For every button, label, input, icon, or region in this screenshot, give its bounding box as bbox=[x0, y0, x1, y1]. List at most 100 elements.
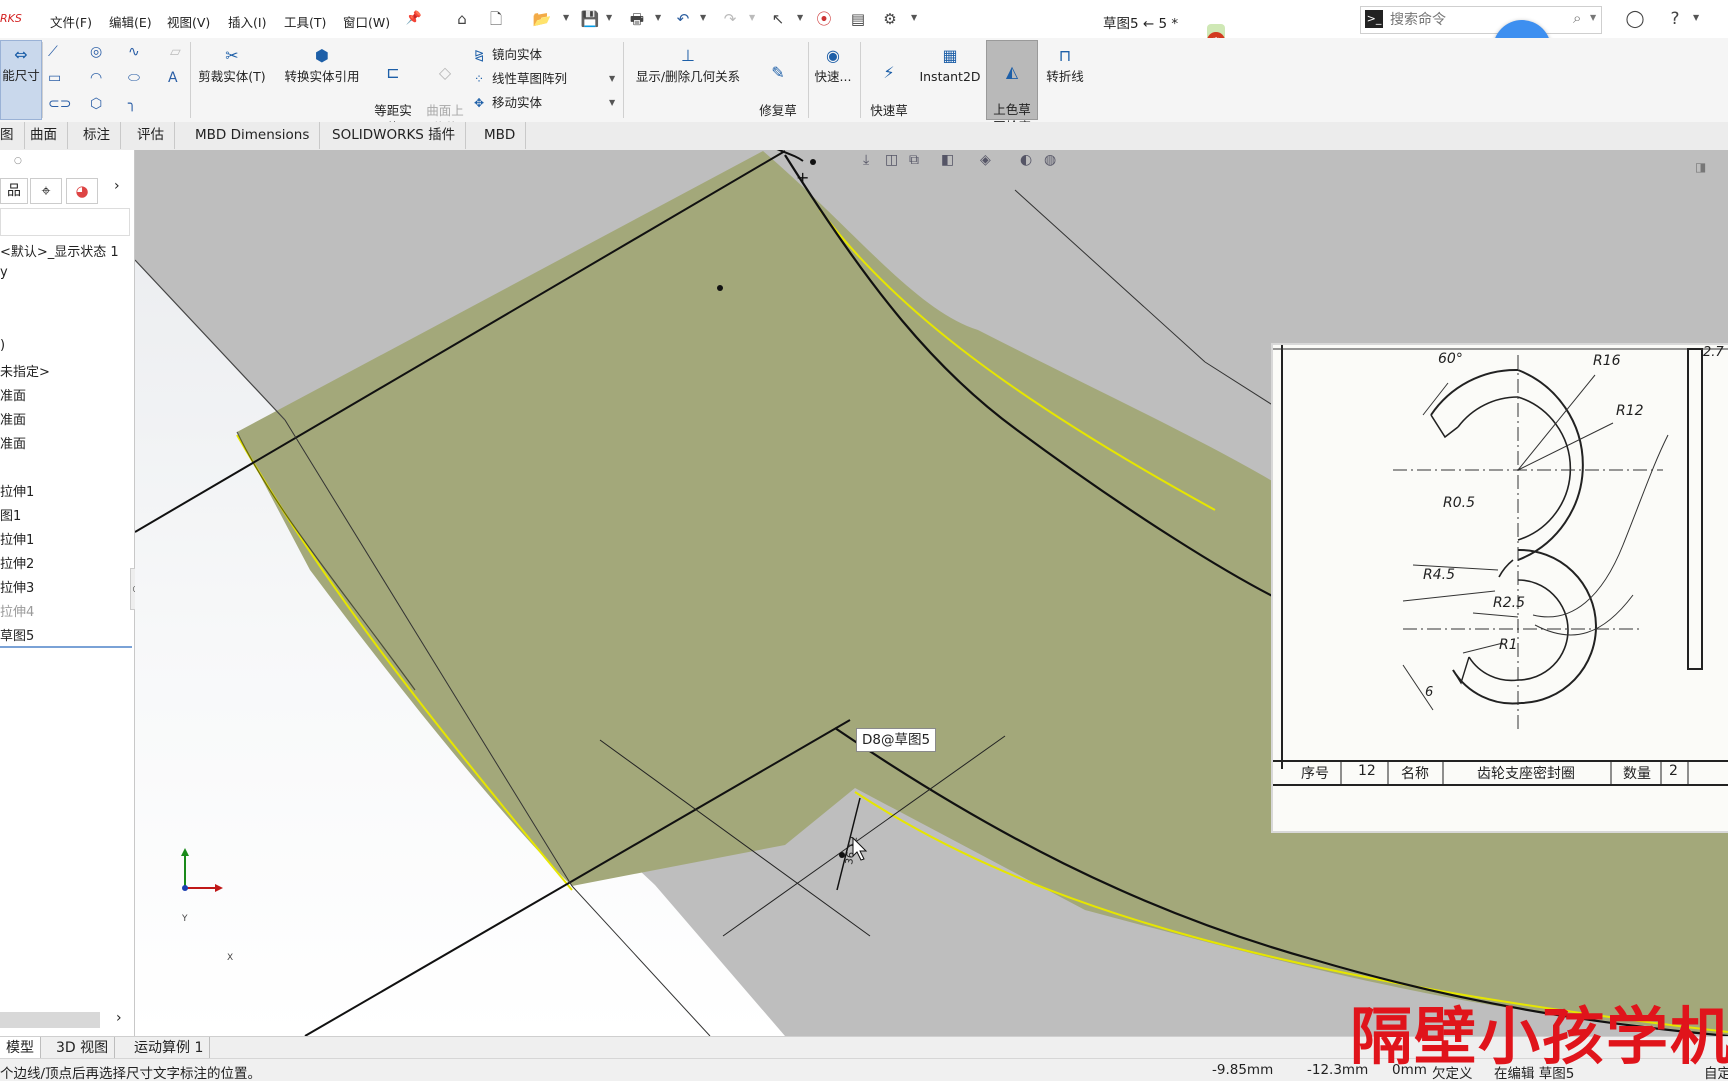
panel-toggle-icon[interactable]: ◨ bbox=[1695, 160, 1706, 174]
offset-surface-icon: ◇ bbox=[438, 63, 452, 82]
appearance-icon[interactable]: ◍ bbox=[1044, 152, 1056, 168]
chevron-down-icon[interactable]: ▼ bbox=[655, 13, 661, 22]
tree-item-cut-extrude-4[interactable]: 拉伸4 bbox=[0, 601, 34, 620]
print-icon[interactable]: 🖶 bbox=[627, 9, 647, 29]
user-account-icon[interactable]: ◯ bbox=[1625, 9, 1645, 29]
sketch-point[interactable] bbox=[810, 159, 816, 165]
menu-window[interactable]: 窗口(W) bbox=[343, 12, 390, 31]
sketch-point[interactable] bbox=[839, 852, 845, 858]
chevron-down-icon[interactable]: ▼ bbox=[1590, 13, 1596, 22]
tree-item-cut-extrude-2[interactable]: 拉伸2 bbox=[0, 553, 34, 572]
file-properties-icon[interactable]: ▤ bbox=[848, 9, 868, 29]
text-icon[interactable]: A bbox=[168, 70, 178, 86]
chevron-down-icon[interactable]: ▼ bbox=[609, 74, 615, 83]
move-entities-button[interactable]: ✥ 移动实体 bbox=[474, 92, 542, 111]
tab-markup[interactable]: 标注 bbox=[73, 122, 121, 149]
tab-surfaces[interactable]: 曲面 bbox=[20, 122, 68, 149]
redo-icon[interactable]: ↷ bbox=[720, 9, 740, 29]
ellipse-icon[interactable]: ⬭ bbox=[128, 70, 140, 86]
polygon-icon[interactable]: ⬡ bbox=[90, 96, 102, 112]
options-gear-icon[interactable]: ⚙ bbox=[880, 9, 900, 29]
chevron-down-icon[interactable]: ▼ bbox=[911, 13, 917, 22]
dimxpert-icon[interactable]: ⌖ bbox=[30, 178, 62, 204]
plane-icon[interactable]: ▱ bbox=[170, 44, 181, 60]
menu-view[interactable]: 视图(V) bbox=[167, 12, 210, 31]
chevron-down-icon[interactable]: ▼ bbox=[700, 13, 706, 22]
view-orientation-icon[interactable]: ◈ bbox=[980, 152, 991, 168]
display-delete-relations-button[interactable]: ⊥ 显示/删除几何关系 bbox=[628, 42, 748, 85]
shaded-sketch-contours-button[interactable]: ◭ 上色草 图轮廓 bbox=[986, 40, 1038, 134]
tab-evaluate[interactable]: 评估 bbox=[127, 122, 175, 149]
tab-mbd[interactable]: MBD bbox=[474, 122, 527, 149]
smart-dimension-button[interactable]: ⇔ 能尺寸 bbox=[0, 40, 42, 120]
chevron-down-icon[interactable]: ▼ bbox=[797, 13, 803, 22]
menu-insert[interactable]: 插入(I) bbox=[228, 12, 266, 31]
quick-snaps-button[interactable]: ◉ 快速... bbox=[810, 42, 856, 85]
tree-item-right-plane[interactable]: 准面 bbox=[0, 433, 26, 452]
chevron-down-icon[interactable]: ▼ bbox=[749, 13, 755, 22]
line-icon[interactable]: ⟋ bbox=[48, 44, 58, 60]
search-box[interactable]: >_ ⌕ ▼ bbox=[1360, 6, 1602, 34]
spline-icon[interactable]: ∿ bbox=[128, 44, 140, 60]
tree-item-history[interactable]: y bbox=[0, 265, 8, 280]
tree-item-extrude-1[interactable]: 拉伸1 bbox=[0, 481, 34, 500]
chevron-down-icon[interactable]: ▼ bbox=[606, 13, 612, 22]
tab-solidworks-addins[interactable]: SOLIDWORKS 插件 bbox=[322, 122, 467, 149]
display-manager-icon[interactable]: ◕ bbox=[66, 178, 98, 204]
menu-file[interactable]: 文件(F) bbox=[50, 12, 92, 31]
save-icon[interactable]: 💾 bbox=[580, 9, 600, 29]
undo-icon[interactable]: ↶ bbox=[673, 9, 693, 29]
circle-icon[interactable]: ◎ bbox=[90, 44, 102, 60]
jog-line-button[interactable]: ⊓ 转折线 bbox=[1040, 42, 1090, 85]
tab-motion-study[interactable]: 运动算例 1 bbox=[128, 1037, 211, 1059]
fillet-icon[interactable]: ╮ bbox=[128, 96, 136, 112]
tree-item-sketch-5[interactable]: 草图5 bbox=[0, 625, 34, 644]
linear-sketch-pattern-button[interactable]: ⁘ 线性草图阵列 bbox=[474, 68, 567, 87]
tree-item-sketch-1[interactable]: 图1 bbox=[0, 505, 21, 524]
chevron-down-icon[interactable]: ▼ bbox=[563, 13, 569, 22]
convert-entities-button[interactable]: ⬢ 转换实体引用 bbox=[278, 42, 366, 85]
pin-icon[interactable]: 📌 bbox=[404, 9, 424, 29]
chevron-down-icon[interactable]: ▼ bbox=[1693, 13, 1699, 22]
drawing-label-r4-5: R4.5 bbox=[1423, 567, 1455, 583]
select-cursor-icon[interactable]: ↖ bbox=[768, 9, 788, 29]
zoom-to-fit-icon[interactable]: ⤓ bbox=[863, 152, 869, 168]
configuration-manager-icon[interactable]: 品 bbox=[0, 178, 28, 204]
chevron-right-icon[interactable]: › bbox=[114, 178, 120, 194]
arc-icon[interactable]: ◠ bbox=[90, 70, 102, 86]
slot-icon[interactable]: ⊂⊃ bbox=[48, 96, 71, 112]
horizontal-scrollbar[interactable] bbox=[0, 1012, 100, 1028]
rollback-bar[interactable] bbox=[0, 646, 132, 648]
tab-3d-view[interactable]: 3D 视图 bbox=[50, 1037, 116, 1059]
tab-model[interactable]: 模型 bbox=[0, 1037, 41, 1059]
tab-mbd-dimensions[interactable]: MBD Dimensions bbox=[185, 122, 321, 149]
open-folder-icon[interactable]: 📂 bbox=[532, 9, 552, 29]
tree-item-material[interactable]: 未指定> bbox=[0, 361, 50, 380]
rebuild-traffic-light-icon[interactable]: ⦿ bbox=[814, 9, 834, 29]
tree-item-cut-extrude-1[interactable]: 拉伸1 bbox=[0, 529, 34, 548]
chevron-down-icon[interactable]: ▼ bbox=[609, 98, 615, 107]
sketch-point[interactable] bbox=[717, 285, 723, 291]
tree-item-front-plane[interactable]: 准面 bbox=[0, 385, 26, 404]
instant2d-button[interactable]: ▦ Instant2D bbox=[918, 42, 982, 85]
tree-item-cut-extrude-3[interactable]: 拉伸3 bbox=[0, 577, 34, 596]
trim-entities-button[interactable]: ✂ 剪裁实体(T) bbox=[196, 42, 268, 85]
tree-filter-field[interactable] bbox=[0, 208, 130, 236]
previous-view-icon[interactable]: ⧉ bbox=[909, 152, 919, 168]
chevron-right-icon[interactable]: › bbox=[116, 1010, 122, 1026]
new-document-icon[interactable]: 🗋 bbox=[486, 9, 506, 29]
menu-tools[interactable]: 工具(T) bbox=[284, 12, 326, 31]
rectangle-icon[interactable]: ▭ bbox=[48, 70, 61, 86]
section-view-icon[interactable]: ◧ bbox=[941, 152, 954, 168]
tree-item-annotations[interactable]: ) bbox=[0, 338, 5, 353]
panel-grip-icon[interactable]: ○ bbox=[14, 156, 22, 166]
mirror-entities-button[interactable]: ⧎ 镜向实体 bbox=[474, 44, 542, 63]
menu-edit[interactable]: 编辑(E) bbox=[109, 12, 152, 31]
hide-show-icon[interactable]: ◐ bbox=[1020, 152, 1032, 168]
tree-item-display-state[interactable]: <默认>_显示状态 1 bbox=[0, 241, 119, 260]
search-icon[interactable]: ⌕ bbox=[1573, 9, 1581, 27]
tree-item-top-plane[interactable]: 准面 bbox=[0, 409, 26, 428]
help-icon[interactable]: ? bbox=[1665, 9, 1685, 29]
home-icon[interactable]: ⌂ bbox=[452, 9, 472, 29]
zoom-to-area-icon[interactable]: ◫ bbox=[885, 152, 898, 168]
